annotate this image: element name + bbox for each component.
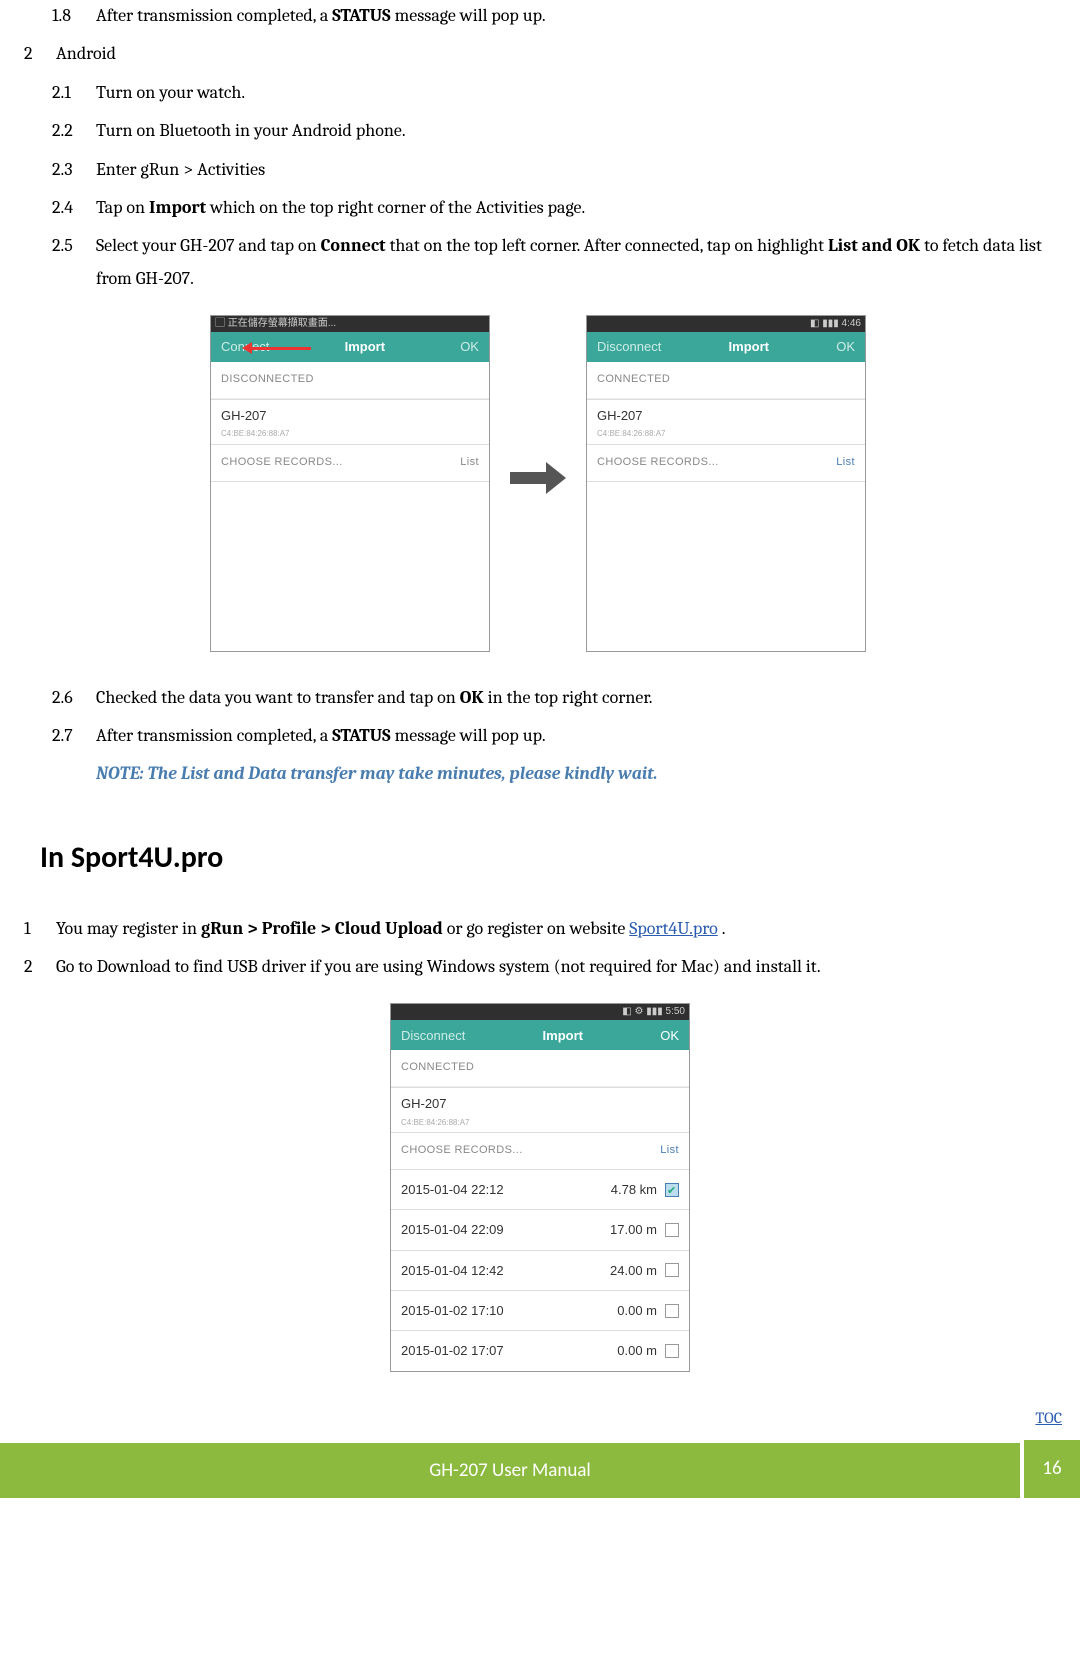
toc-link-row: TOC: [0, 1402, 1080, 1434]
arrow-right-icon: [508, 458, 568, 509]
device-row[interactable]: GH-207 C4:BE:84:26:88:A7: [391, 1087, 689, 1133]
sport4u-step-2: 2 Go to Download to find USB driver if y…: [20, 951, 1060, 983]
record-datetime: 2015-01-02 17:07: [401, 1339, 595, 1362]
step-2-6: 2.6 Checked the data you want to transfe…: [20, 682, 1060, 714]
app-bar: Disconnect Import OK: [587, 332, 865, 362]
choose-records-row: CHOOSE RECORDS... List: [587, 445, 865, 481]
choose-records-row: CHOOSE RECORDS... List: [391, 1133, 689, 1169]
record-row[interactable]: 2015-01-04 12:4224.00 m: [391, 1250, 689, 1290]
step-2-5: 2.5 Select your GH-207 and tap on Connec…: [20, 230, 1060, 295]
step-2-3: 2.3 Enter gRun > Activities: [20, 154, 1060, 186]
heading-sport4u: In Sport4U.pro: [40, 831, 1060, 885]
disconnect-button[interactable]: Disconnect: [401, 1024, 465, 1047]
section-num: 2: [20, 38, 56, 70]
connection-state: CONNECTED: [587, 362, 865, 399]
section-android: 2 Android: [20, 38, 1060, 70]
list-button[interactable]: List: [836, 453, 855, 473]
record-row[interactable]: 2015-01-02 17:070.00 m: [391, 1330, 689, 1370]
record-distance: 0.00 m: [595, 1299, 665, 1322]
record-checkbox[interactable]: [665, 1263, 679, 1277]
record-distance: 17.00 m: [595, 1218, 665, 1241]
connection-state: DISCONNECTED: [211, 362, 489, 399]
page-number: 16: [1024, 1440, 1080, 1498]
ok-button[interactable]: OK: [660, 1024, 679, 1047]
record-distance: 4.78 km: [595, 1178, 665, 1201]
step-1-8: 1.8 After transmission completed, a STAT…: [20, 0, 1060, 32]
sport4u-link[interactable]: Sport4U.pro: [629, 918, 718, 939]
import-title: Import: [345, 335, 385, 358]
record-row[interactable]: 2015-01-04 22:124.78 km: [391, 1169, 689, 1209]
ok-button[interactable]: OK: [836, 335, 855, 358]
sport4u-step-1: 1 You may register in gRun > Profile > C…: [20, 913, 1060, 945]
figure-records-list: ◧ ⚙ ▮▮▮ 5:50 Disconnect Import OK CONNEC…: [390, 1003, 690, 1371]
ok-button[interactable]: OK: [460, 335, 479, 358]
record-datetime: 2015-01-04 22:12: [401, 1178, 595, 1201]
record-distance: 0.00 m: [595, 1339, 665, 1362]
connection-state: CONNECTED: [391, 1050, 689, 1087]
app-bar: Disconnect Import OK: [391, 1020, 689, 1050]
record-row[interactable]: 2015-01-02 17:100.00 m: [391, 1290, 689, 1330]
list-button[interactable]: List: [460, 453, 479, 473]
toc-link[interactable]: TOC: [1035, 1409, 1062, 1427]
device-row[interactable]: GH-207 C4:BE:84:26:88:A7: [587, 399, 865, 445]
device-row[interactable]: GH-207 C4:BE:84:26:88:A7: [211, 399, 489, 445]
phone-left: ▢ 正在儲存螢幕擷取畫面... Connect Import OK DISCON…: [210, 315, 490, 651]
step-num: 1.8: [52, 0, 96, 32]
status-bar: ▢ 正在儲存螢幕擷取畫面...: [211, 316, 489, 332]
step-2-2: 2.2 Turn on Bluetooth in your Android ph…: [20, 115, 1060, 147]
record-checkbox[interactable]: [665, 1223, 679, 1237]
section-text: Android: [56, 38, 1060, 70]
red-arrow-icon: [251, 347, 311, 350]
record-distance: 24.00 m: [595, 1259, 665, 1282]
step-2-1: 2.1 Turn on your watch.: [20, 77, 1060, 109]
record-datetime: 2015-01-04 22:09: [401, 1218, 595, 1241]
import-title: Import: [729, 335, 769, 358]
choose-records-row: CHOOSE RECORDS... List: [211, 445, 489, 481]
record-checkbox[interactable]: [665, 1304, 679, 1318]
record-datetime: 2015-01-04 12:42: [401, 1259, 595, 1282]
phone-right: ◧ ▮▮▮ 4:46 Disconnect Import OK CONNECTE…: [586, 315, 866, 651]
record-checkbox[interactable]: [665, 1183, 679, 1197]
step-text: After transmission completed, a STATUS m…: [96, 0, 1060, 32]
app-bar: Connect Import OK: [211, 332, 489, 362]
record-row[interactable]: 2015-01-04 22:0917.00 m: [391, 1209, 689, 1249]
import-title: Import: [543, 1024, 583, 1047]
step-2-7: 2.7 After transmission completed, a STAT…: [20, 720, 1060, 752]
status-bar: ◧ ⚙ ▮▮▮ 5:50: [391, 1004, 689, 1020]
step-2-4: 2.4 Tap on Import which on the top right…: [20, 192, 1060, 224]
disconnect-button[interactable]: Disconnect: [597, 335, 661, 358]
list-button[interactable]: List: [660, 1141, 679, 1161]
figure-import-screens: ▢ 正在儲存螢幕擷取畫面... Connect Import OK DISCON…: [210, 315, 870, 651]
status-bar: ◧ ▮▮▮ 4:46: [587, 316, 865, 332]
footer-title: GH-207 User Manual: [0, 1440, 1020, 1498]
record-checkbox[interactable]: [665, 1344, 679, 1358]
record-datetime: 2015-01-02 17:10: [401, 1299, 595, 1322]
note-text: NOTE: The List and Data transfer may tak…: [20, 758, 1060, 790]
page-footer: GH-207 User Manual 16: [0, 1440, 1080, 1498]
